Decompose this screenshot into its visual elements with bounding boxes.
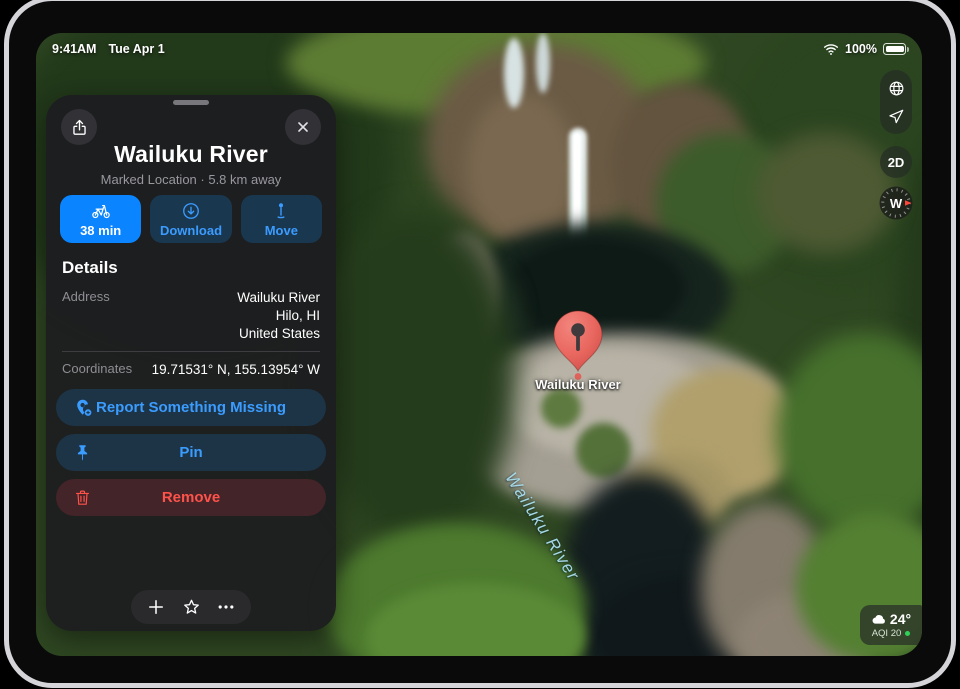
directions-button[interactable]: 38 min — [60, 195, 141, 243]
locate-button[interactable] — [888, 108, 905, 125]
move-button[interactable]: Move — [241, 195, 322, 243]
map-controls-pill — [880, 70, 912, 134]
report-missing-button[interactable]: Report Something Missing — [56, 389, 326, 426]
share-icon — [70, 118, 89, 137]
temperature: 24° — [890, 611, 911, 627]
bicycle-icon — [91, 201, 111, 221]
cloud-icon — [871, 613, 887, 625]
aqi-value: AQI 20 — [872, 628, 902, 639]
compass-button[interactable]: W — [879, 186, 913, 220]
map-pin-plus-icon — [73, 397, 94, 418]
terrain-blob — [776, 333, 922, 533]
move-marker-icon — [271, 201, 291, 221]
move-label: Move — [265, 223, 298, 238]
pin-label: Pin — [179, 444, 202, 461]
details-heading: Details — [62, 258, 118, 278]
download-circle-icon — [181, 201, 201, 221]
status-bar: 9:41AM Tue Apr 1 100% — [36, 39, 922, 59]
battery-percent: 100% — [845, 42, 877, 56]
close-button[interactable] — [285, 109, 321, 145]
terrain-blob — [756, 133, 896, 253]
cliff-blob — [466, 93, 576, 243]
remove-button[interactable]: Remove — [56, 479, 326, 516]
map-pin[interactable] — [550, 309, 606, 381]
add-button[interactable] — [146, 597, 166, 617]
status-time: 9:41AM — [52, 42, 96, 56]
place-subtitle: Marked Location · 5.8 km away — [46, 172, 336, 187]
download-label: Download — [160, 223, 222, 238]
details-divider — [62, 351, 320, 352]
pin-button[interactable]: Pin — [56, 434, 326, 471]
plus-icon — [146, 597, 166, 617]
close-icon — [295, 119, 311, 135]
bank-shrub — [576, 423, 631, 478]
coordinates-row: Coordinates 19.71531° N, 155.13954° W — [62, 361, 320, 379]
favorite-button[interactable] — [181, 597, 202, 618]
2d-mode-button[interactable]: 2D — [880, 146, 912, 178]
trash-icon — [73, 488, 92, 507]
directions-label: 38 min — [80, 223, 121, 238]
address-line: Wailuku River — [237, 289, 320, 307]
sheet-drag-handle[interactable] — [173, 100, 209, 105]
status-date: Tue Apr 1 — [108, 42, 164, 56]
ellipsis-icon — [216, 597, 236, 617]
share-button[interactable] — [61, 109, 97, 145]
terrain-blob — [316, 213, 516, 543]
bank-shrub — [541, 388, 581, 428]
map-pin-balloon-icon — [550, 309, 606, 381]
pushpin-icon — [73, 443, 92, 462]
map-pin-label: Wailuku River — [490, 377, 666, 392]
wifi-icon — [823, 43, 839, 56]
weather-widget[interactable]: 24° AQI 20 — [860, 605, 922, 645]
address-line: Hilo, HI — [237, 307, 320, 325]
address-row: Address Wailuku River Hilo, HI United St… — [62, 289, 320, 343]
report-missing-label: Report Something Missing — [96, 399, 286, 416]
address-value: Wailuku River Hilo, HI United States — [237, 289, 320, 343]
card-toolbar — [131, 590, 251, 624]
page: Wailuku River Wailuku River — [0, 0, 960, 689]
address-line: United States — [237, 325, 320, 343]
battery-icon — [883, 43, 906, 55]
globe-button[interactable] — [887, 79, 906, 98]
coordinates-label: Coordinates — [62, 361, 132, 379]
ipad-screen: Wailuku River Wailuku River — [36, 33, 922, 656]
place-title: Wailuku River — [46, 141, 336, 168]
action-buttons-row: 38 min Download Move — [60, 195, 322, 243]
place-card: Wailuku River Marked Location · 5.8 km a… — [46, 95, 336, 631]
coordinates-value: 19.71531° N, 155.13954° W — [152, 361, 320, 379]
compass-letter: W — [879, 186, 913, 220]
location-arrow-icon — [888, 108, 905, 125]
address-label: Address — [62, 289, 110, 343]
remove-label: Remove — [162, 489, 220, 506]
star-icon — [181, 597, 202, 618]
aqi-status-dot — [905, 631, 910, 636]
download-button[interactable]: Download — [150, 195, 231, 243]
more-button[interactable] — [216, 597, 236, 617]
globe-icon — [887, 79, 906, 98]
